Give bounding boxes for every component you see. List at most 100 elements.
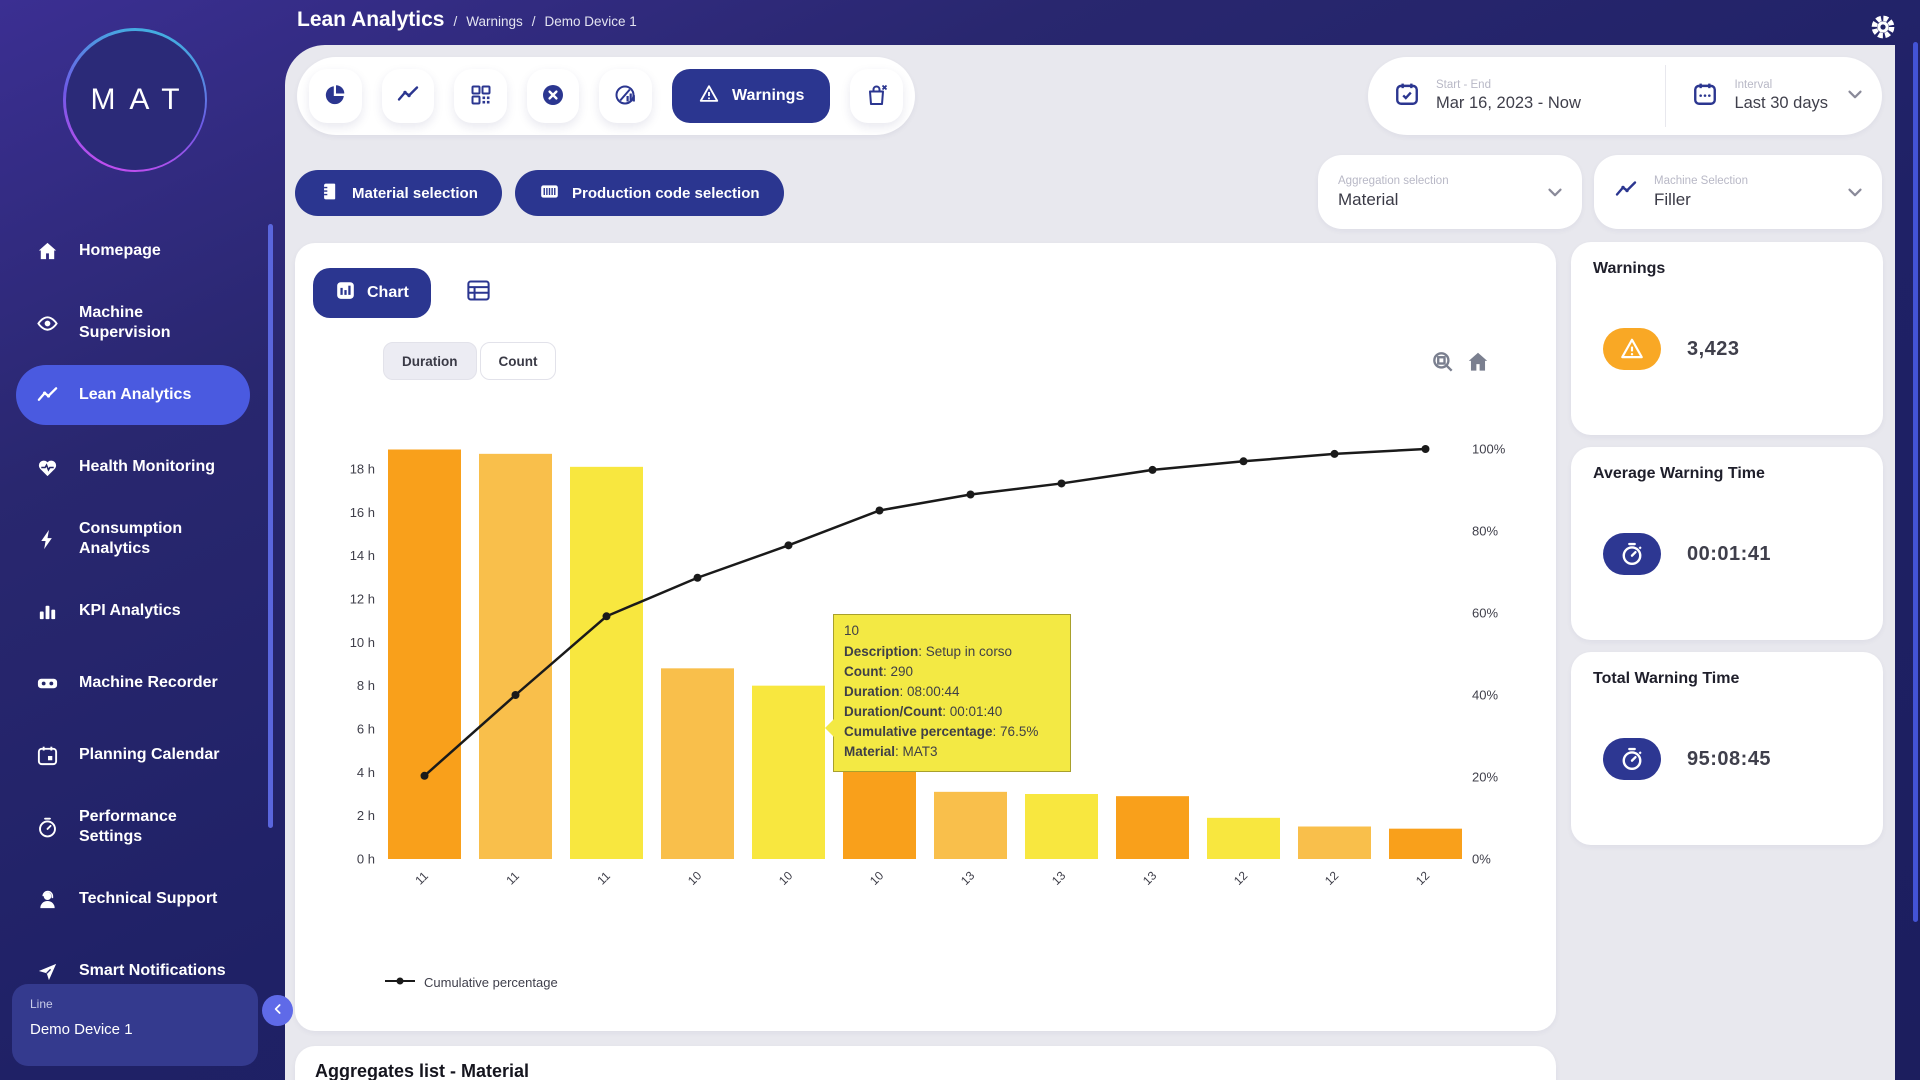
svg-text:8 h: 8 h — [357, 678, 375, 693]
stopwatch-icon — [1603, 533, 1661, 575]
svg-text:18 h: 18 h — [350, 462, 375, 477]
qr-grid-view-button[interactable] — [454, 69, 507, 123]
production-code-selection-label: Production code selection — [572, 185, 760, 202]
svg-text:0%: 0% — [1472, 852, 1491, 867]
bag-x-view-button[interactable] — [850, 69, 903, 123]
sidebar-nav: Homepage Machine Supervision Lean Analyt… — [0, 215, 285, 1007]
aggregation-selection-dropdown[interactable]: Aggregation selection Material — [1318, 155, 1582, 229]
interval-picker[interactable]: Interval Last 30 days — [1666, 57, 1882, 135]
svg-text:40%: 40% — [1472, 688, 1498, 703]
pie-chart-view-button[interactable] — [309, 69, 362, 123]
svg-text:11: 11 — [412, 869, 431, 888]
line-chart-view-button[interactable] — [382, 69, 435, 123]
stopwatch-icon — [1603, 738, 1661, 780]
svg-text:20%: 20% — [1472, 770, 1498, 785]
machine-selection-value: Filler — [1654, 190, 1748, 210]
trend-icon — [36, 383, 62, 407]
svg-text:100%: 100% — [1472, 442, 1506, 457]
calendar-dots-icon — [1692, 81, 1718, 112]
stopwatch-icon — [36, 815, 62, 839]
machine-selection-label: Machine Selection — [1654, 175, 1748, 187]
bolt-icon — [36, 527, 62, 551]
sidebar-item-kpi-analytics[interactable]: KPI Analytics — [16, 575, 250, 647]
warnings-view-button[interactable]: Warnings — [672, 69, 830, 123]
interval-label: Interval — [1734, 79, 1828, 91]
gear-icon — [1870, 28, 1896, 43]
sidebar-item-machine-recorder[interactable]: Machine Recorder — [16, 647, 250, 719]
warning-triangle-icon — [1603, 328, 1661, 370]
qr-grid-icon — [469, 83, 493, 110]
recorder-icon — [36, 671, 62, 695]
material-selection-button[interactable]: Material selection — [295, 170, 502, 216]
aggregates-title: Aggregates list - Material — [315, 1061, 1536, 1080]
warnings-kpi-card: Warnings 3,423 — [1571, 242, 1883, 435]
sidebar-item-consumption-analytics[interactable]: Consumption Analytics — [16, 503, 250, 575]
app-logo-text: MAT — [66, 31, 205, 170]
aggregation-value: Material — [1338, 190, 1449, 210]
calendar-check-icon — [1394, 81, 1420, 112]
svg-text:13: 13 — [1140, 868, 1160, 888]
machine-selection-dropdown[interactable]: Machine Selection Filler — [1594, 155, 1882, 229]
line-series-marker-icon — [385, 973, 415, 991]
tooltip-row: Duration: 08:00:44 — [844, 682, 1060, 702]
svg-text:6 h: 6 h — [357, 722, 375, 737]
gauge-bars-icon — [614, 83, 638, 110]
breadcrumb-item-warnings[interactable]: Warnings — [466, 14, 523, 29]
breadcrumb-separator: / — [532, 14, 536, 29]
page-scrollbar[interactable] — [1913, 42, 1918, 922]
chevron-left-icon — [270, 1001, 286, 1020]
kpi-title: Warnings — [1593, 260, 1861, 278]
svg-text:60%: 60% — [1472, 606, 1498, 621]
chevron-down-icon — [1844, 181, 1866, 208]
calendar-icon — [36, 743, 62, 767]
total-warning-time-kpi-card: Total Warning Time 95:08:45 — [1571, 652, 1883, 845]
tooltip-row: Count: 290 — [844, 662, 1060, 682]
svg-text:11: 11 — [503, 869, 522, 888]
breadcrumb-separator: / — [453, 14, 457, 29]
x-circle-view-button[interactable] — [527, 69, 580, 123]
sidebar-item-health-monitoring[interactable]: Health Monitoring — [16, 431, 250, 503]
svg-text:10 h: 10 h — [350, 635, 375, 650]
pie-chart-icon — [323, 83, 347, 110]
tooltip-row: Cumulative percentage: 76.5% — [844, 722, 1060, 742]
kpi-title: Total Warning Time — [1593, 670, 1861, 688]
kpi-value: 95:08:45 — [1687, 748, 1771, 771]
pareto-chart-card: Chart Duration Count 0 h2 h4 h6 h8 h10 h… — [295, 243, 1556, 1031]
kpi-value: 3,423 — [1687, 338, 1740, 361]
sidebar-item-planning-calendar[interactable]: Planning Calendar — [16, 719, 250, 791]
aggregation-label: Aggregation selection — [1338, 175, 1449, 187]
heart-pulse-icon — [36, 455, 62, 479]
start-end-label: Start - End — [1436, 79, 1581, 91]
svg-text:12: 12 — [1231, 868, 1251, 888]
sidebar-item-performance-settings[interactable]: Performance Settings — [16, 791, 250, 863]
settings-button[interactable] — [1870, 14, 1896, 40]
sidebar-item-machine-supervision[interactable]: Machine Supervision — [16, 287, 250, 359]
svg-text:16 h: 16 h — [350, 505, 375, 520]
device-panel-value: Demo Device 1 — [30, 1021, 240, 1038]
sidebar-item-technical-support[interactable]: Technical Support — [16, 863, 250, 935]
chart-legend[interactable]: Cumulative percentage — [385, 973, 558, 991]
chart-tooltip: 10 Description: Setup in corsoCount: 290… — [833, 614, 1071, 772]
chevron-down-icon — [1544, 181, 1566, 208]
gauge-bars-view-button[interactable] — [599, 69, 652, 123]
sidebar-collapse-button[interactable] — [262, 995, 293, 1026]
sidebar-item-homepage[interactable]: Homepage — [16, 215, 250, 287]
svg-text:12: 12 — [1413, 868, 1433, 888]
sidebar-scrollbar[interactable] — [268, 224, 273, 828]
kpi-value: 00:01:41 — [1687, 543, 1771, 566]
warning-triangle-icon — [698, 83, 720, 110]
app-logo: MAT — [63, 28, 207, 172]
support-icon — [36, 887, 62, 911]
svg-text:10: 10 — [776, 868, 796, 888]
svg-text:13: 13 — [1049, 868, 1069, 888]
start-end-picker[interactable]: Start - End Mar 16, 2023 - Now — [1368, 57, 1665, 135]
svg-text:2 h: 2 h — [357, 808, 375, 823]
start-end-value: Mar 16, 2023 - Now — [1436, 94, 1581, 113]
breadcrumb: Lean Analytics / Warnings / Demo Device … — [297, 8, 637, 32]
production-code-selection-button[interactable]: Production code selection — [515, 170, 784, 216]
breadcrumb-item-device[interactable]: Demo Device 1 — [545, 14, 637, 29]
sidebar-item-lean-analytics[interactable]: Lean Analytics — [16, 365, 250, 425]
tooltip-row: Material: MAT3 — [844, 742, 1060, 762]
bar-chart-icon — [36, 599, 62, 623]
svg-text:14 h: 14 h — [350, 548, 375, 563]
